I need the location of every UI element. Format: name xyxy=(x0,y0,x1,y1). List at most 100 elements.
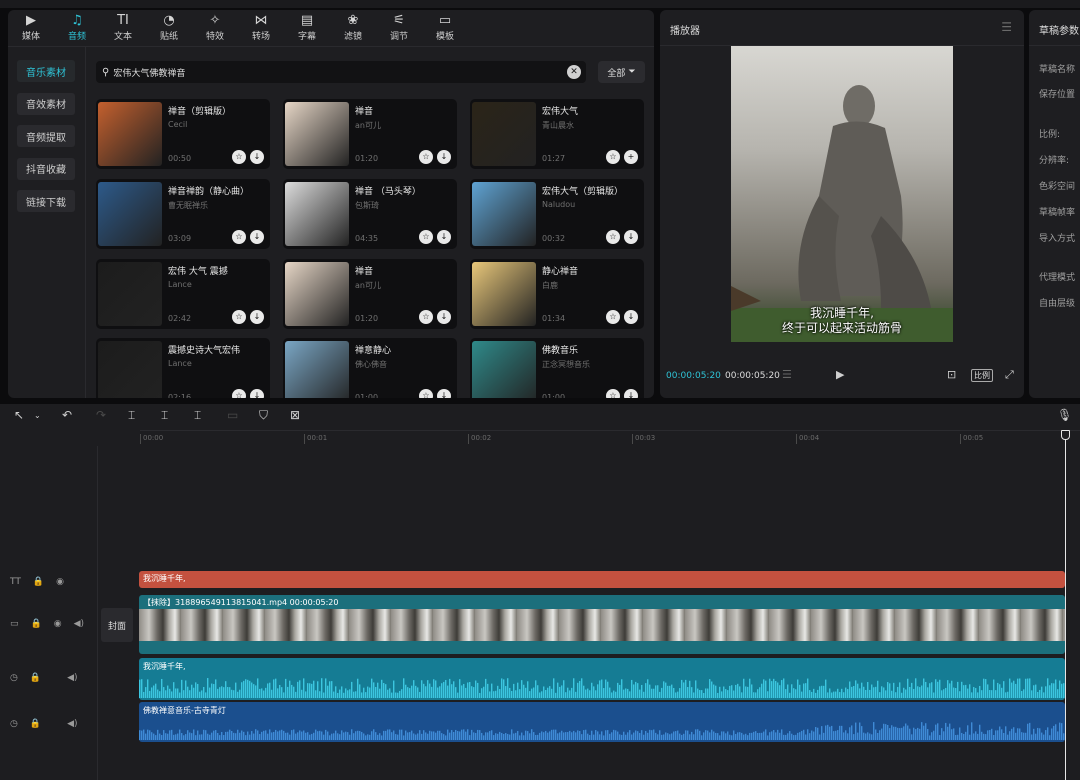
playhead-handle[interactable] xyxy=(1061,430,1070,440)
tab-media[interactable]: ▶ 媒体 xyxy=(8,10,54,46)
filter-button[interactable]: 全部 ⏷ xyxy=(598,61,645,83)
audio-subnav: 音乐素材音效素材音频提取抖音收藏链接下载 xyxy=(8,47,86,398)
favorite-star-icon[interactable]: ☆ xyxy=(232,310,246,324)
download-icon[interactable]: ↓ xyxy=(437,389,451,398)
tab-label: 调节 xyxy=(389,32,408,42)
delete-left-icon[interactable]: ⌶ xyxy=(161,408,168,423)
music-card[interactable]: 禅音（剪辑版） Cecil 00:50 ☆ ↓ xyxy=(96,99,270,169)
favorite-star-icon[interactable]: ☆ xyxy=(419,230,433,244)
subnav-item[interactable]: 音效素材 xyxy=(17,92,75,115)
download-icon[interactable]: ↓ xyxy=(437,230,451,244)
lock-icon[interactable]: 🔒 xyxy=(33,577,44,587)
subnav-item[interactable]: 音乐素材 xyxy=(17,60,75,82)
voice-audio-clip[interactable]: 我沉睡千年, xyxy=(139,658,1065,700)
redo-icon[interactable]: ↷ xyxy=(96,408,106,422)
favorite-star-icon[interactable]: ☆ xyxy=(606,310,620,324)
audio-track-icon: ◷ xyxy=(10,719,18,729)
menu-icon[interactable]: ☰ xyxy=(1001,20,1012,34)
select-tool-icon[interactable]: ↖ xyxy=(14,408,24,422)
subnav-item[interactable]: 链接下载 xyxy=(17,190,75,212)
playhead[interactable] xyxy=(1065,430,1066,780)
music-card[interactable]: 静心禅音 白鹿 01:34 ☆ ↓ xyxy=(470,259,644,329)
download-icon[interactable]: ↓ xyxy=(437,310,451,324)
screenshot-icon[interactable]: ⊡ xyxy=(947,368,956,381)
tab-adjust[interactable]: ⚟ 调节 xyxy=(376,10,422,46)
music-title: 震撼史诗大气宏伟 xyxy=(168,346,241,356)
download-icon[interactable]: ↓ xyxy=(624,310,638,324)
marker-icon[interactable]: ⛉ xyxy=(259,408,268,423)
tab-effects[interactable]: ✧ 特效 xyxy=(192,10,238,46)
screenshot-frame-icon[interactable]: ⊠ xyxy=(290,408,300,422)
volume-icon[interactable]: ◀) xyxy=(67,673,77,683)
subnav-item[interactable]: 音频提取 xyxy=(17,125,75,147)
tab-audio[interactable]: ♫ 音频 xyxy=(54,10,100,46)
music-title: 禅音 （马头琴） xyxy=(355,187,421,197)
download-icon[interactable]: ↓ xyxy=(250,310,264,324)
add-icon[interactable]: + xyxy=(624,150,638,164)
tab-transition[interactable]: ⋈ 转场 xyxy=(238,10,284,46)
favorite-star-icon[interactable]: ☆ xyxy=(232,389,246,398)
eye-icon[interactable]: ◉ xyxy=(54,619,62,629)
music-card[interactable]: 禅音 an可儿 01:20 ☆ ↓ xyxy=(283,259,457,329)
clear-search-icon[interactable]: ✕ xyxy=(567,65,581,79)
music-card[interactable]: 禅音 an可儿 01:20 ☆ ↓ xyxy=(283,99,457,169)
subnav-item[interactable]: 抖音收藏 xyxy=(17,157,75,180)
text-clip[interactable]: 我沉睡千年, xyxy=(139,571,1065,588)
download-icon[interactable]: ↓ xyxy=(250,150,264,164)
lock-icon[interactable]: 🔒 xyxy=(30,719,41,729)
delete-right-icon[interactable]: ⌶ xyxy=(194,408,201,423)
fullscreen-icon[interactable]: ⤢ xyxy=(1005,368,1014,382)
favorite-star-icon[interactable]: ☆ xyxy=(419,389,433,398)
tab-template[interactable]: ▭ 模板 xyxy=(422,10,468,46)
favorite-star-icon[interactable]: ☆ xyxy=(419,310,433,324)
ratio-button[interactable]: 比例 xyxy=(971,369,993,382)
lock-icon[interactable]: 🔒 xyxy=(31,619,42,629)
favorite-star-icon[interactable]: ☆ xyxy=(606,230,620,244)
download-icon[interactable]: ↓ xyxy=(624,230,638,244)
favorite-star-icon[interactable]: ☆ xyxy=(232,230,246,244)
music-audio-clip[interactable]: 佛教禅意音乐-古寺青灯 xyxy=(139,702,1065,742)
favorite-star-icon[interactable]: ☆ xyxy=(419,150,433,164)
split-icon[interactable]: ⌶ xyxy=(128,408,135,423)
volume-icon[interactable]: ◀) xyxy=(67,719,77,729)
download-icon[interactable]: ↓ xyxy=(250,230,264,244)
volume-icon[interactable]: ◀) xyxy=(74,619,84,629)
music-title: 宏伟 大气 震撼 xyxy=(168,267,228,277)
cover-button[interactable]: 封面 xyxy=(101,608,133,642)
microphone-icon[interactable]: 🎙 xyxy=(1057,408,1072,422)
tab-text[interactable]: TI 文本 xyxy=(100,10,146,46)
filter-icon: ❀ xyxy=(347,13,359,28)
undo-icon[interactable]: ↶ xyxy=(62,408,72,422)
music-card[interactable]: 宏伟大气（剪辑版） Naludou 00:32 ☆ ↓ xyxy=(470,179,644,249)
video-preview[interactable]: 我沉睡千年, 终于可以起来活动筋骨 xyxy=(731,46,953,342)
favorite-star-icon[interactable]: ☆ xyxy=(606,150,620,164)
tab-sticker[interactable]: ◔ 贴纸 xyxy=(146,10,192,46)
download-icon[interactable]: ↓ xyxy=(624,389,638,398)
favorite-star-icon[interactable]: ☆ xyxy=(232,150,246,164)
play-icon[interactable]: ▶ xyxy=(836,368,844,381)
eye-icon[interactable]: ◉ xyxy=(56,577,64,587)
lock-icon[interactable]: 🔒 xyxy=(30,673,41,683)
tab-filter[interactable]: ❀ 滤镜 xyxy=(330,10,376,46)
delete-icon[interactable]: ▭ xyxy=(227,408,238,422)
subtitle-line-2: 终于可以起来活动筋骨 xyxy=(781,321,902,335)
music-card[interactable]: 震撼史诗大气宏伟 Lance 02:16 ☆ ↓ xyxy=(96,338,270,398)
music-card[interactable]: 宏伟大气 青山晨水 01:27 ☆ + xyxy=(470,99,644,169)
tab-caption[interactable]: ▤ 字幕 xyxy=(284,10,330,46)
music-card[interactable]: 宏伟 大气 震撼 Lance 02:42 ☆ ↓ xyxy=(96,259,270,329)
draft-params-panel: 草稿参数 草稿名称 保存位置 比例: 分辨率: 色彩空间 草稿帧率 导入方式 代理模式 自由层级 xyxy=(1029,10,1080,398)
download-icon[interactable]: ↓ xyxy=(250,389,264,398)
music-card[interactable]: 禅意静心 佛心佛音 01:00 ☆ ↓ xyxy=(283,338,457,398)
music-card[interactable]: 禅音禅韵（静心曲） 曹无眠禅乐 03:09 ☆ ↓ xyxy=(96,179,270,249)
search-input[interactable]: ⚲ 宏伟大气佛教禅音 ✕ xyxy=(96,61,586,83)
music-duration: 03:09 xyxy=(168,234,192,243)
waveform-toggle-icon[interactable]: ☰ xyxy=(782,368,792,381)
select-dropdown-icon[interactable]: ⌄ xyxy=(34,411,41,420)
time-ruler[interactable]: 00:00 00:01 00:02 00:03 00:04 00:05 xyxy=(140,430,1080,446)
download-icon[interactable]: ↓ xyxy=(437,150,451,164)
favorite-star-icon[interactable]: ☆ xyxy=(606,389,620,398)
music-card[interactable]: 佛教音乐 正念冥想音乐 01:00 ☆ ↓ xyxy=(470,338,644,398)
video-clip[interactable]: 【抹除】318896549113815041.mp4 00:00:05:20 xyxy=(139,595,1065,654)
music-duration: 01:20 xyxy=(355,154,379,163)
music-card[interactable]: 禅音 （马头琴） 包斯琦 04:35 ☆ ↓ xyxy=(283,179,457,249)
